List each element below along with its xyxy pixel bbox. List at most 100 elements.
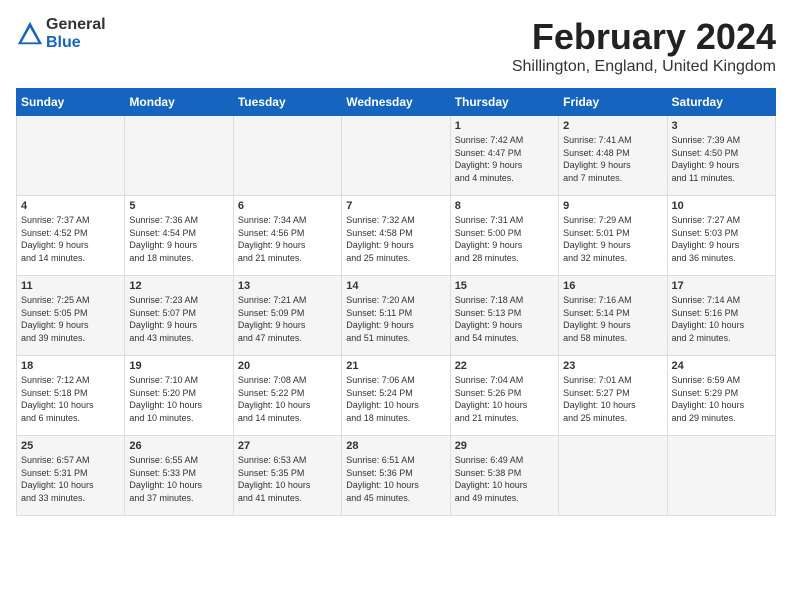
day-number: 5 (129, 200, 228, 212)
day-info: Sunrise: 7:06 AM Sunset: 5:24 PM Dayligh… (346, 374, 445, 424)
day-cell: 7 Sunrise: 7:32 AM Sunset: 4:58 PM Daylig… (342, 196, 450, 276)
day-number: 2 (563, 120, 662, 132)
column-header-sunday: Sunday (17, 89, 125, 116)
day-number: 25 (21, 440, 120, 452)
day-cell: 19Sunrise: 7:10 AM Sunset: 5:20 PM Dayli… (125, 356, 233, 436)
page-title: February 2024 (512, 16, 776, 58)
day-info: Sunrise: 7:34 AM Sunset: 4:56 PM Dayligh… (238, 214, 337, 264)
day-cell: 8 Sunrise: 7:31 AM Sunset: 5:00 PM Daylig… (450, 196, 558, 276)
day-info: Sunrise: 7:32 AM Sunset: 4:58 PM Dayligh… (346, 214, 445, 264)
day-cell: 11 Sunrise: 7:25 AM Sunset: 5:05 PM Dayli… (17, 276, 125, 356)
day-cell: 5 Sunrise: 7:36 AM Sunset: 4:54 PM Daylig… (125, 196, 233, 276)
day-cell (342, 116, 450, 196)
day-number: 12 (129, 280, 228, 292)
day-number: 22 (455, 360, 554, 372)
day-info: Sunrise: 6:49 AM Sunset: 5:38 PM Dayligh… (455, 454, 554, 504)
day-cell: 22 Sunrise: 7:04 AM Sunset: 5:26 PM Dayli… (450, 356, 558, 436)
column-header-thursday: Thursday (450, 89, 558, 116)
day-cell (125, 116, 233, 196)
day-cell: 2Sunrise: 7:41 AM Sunset: 4:48 PM Daylig… (559, 116, 667, 196)
day-cell: 12 Sunrise: 7:23 AM Sunset: 5:07 PM Dayli… (125, 276, 233, 356)
day-cell: 28 Sunrise: 6:51 AM Sunset: 5:36 PM Dayli… (342, 436, 450, 516)
day-number: 26 (129, 440, 228, 452)
day-info: Sunrise: 6:55 AM Sunset: 5:33 PM Dayligh… (129, 454, 228, 504)
logo: General Blue (16, 16, 106, 52)
day-info: Sunrise: 7:39 AM Sunset: 4:50 PM Dayligh… (672, 134, 771, 184)
day-cell: 21 Sunrise: 7:06 AM Sunset: 5:24 PM Dayli… (342, 356, 450, 436)
day-info: Sunrise: 7:31 AM Sunset: 5:00 PM Dayligh… (455, 214, 554, 264)
day-number: 21 (346, 360, 445, 372)
day-info: Sunrise: 7:08 AM Sunset: 5:22 PM Dayligh… (238, 374, 337, 424)
column-header-monday: Monday (125, 89, 233, 116)
header: February 2024 Shillington, England, Unit… (512, 16, 776, 76)
calendar-header: SundayMondayTuesdayWednesdayThursdayFrid… (17, 89, 776, 116)
day-info: Sunrise: 7:14 AM Sunset: 5:16 PM Dayligh… (672, 294, 771, 344)
day-info: Sunrise: 7:18 AM Sunset: 5:13 PM Dayligh… (455, 294, 554, 344)
day-cell: 10Sunrise: 7:27 AM Sunset: 5:03 PM Dayli… (667, 196, 775, 276)
column-header-wednesday: Wednesday (342, 89, 450, 116)
column-header-friday: Friday (559, 89, 667, 116)
day-cell: 29 Sunrise: 6:49 AM Sunset: 5:38 PM Dayli… (450, 436, 558, 516)
day-cell: 26 Sunrise: 6:55 AM Sunset: 5:33 PM Dayli… (125, 436, 233, 516)
day-cell: 23 Sunrise: 7:01 AM Sunset: 5:27 PM Dayli… (559, 356, 667, 436)
logo-icon (16, 20, 44, 48)
day-info: Sunrise: 7:20 AM Sunset: 5:11 PM Dayligh… (346, 294, 445, 344)
day-cell: 6 Sunrise: 7:34 AM Sunset: 4:56 PM Daylig… (233, 196, 341, 276)
day-info: Sunrise: 6:59 AM Sunset: 5:29 PM Dayligh… (672, 374, 771, 424)
day-number: 11 (21, 280, 120, 292)
day-cell: 18 Sunrise: 7:12 AM Sunset: 5:18 PM Dayli… (17, 356, 125, 436)
day-info: Sunrise: 6:53 AM Sunset: 5:35 PM Dayligh… (238, 454, 337, 504)
day-cell (559, 436, 667, 516)
day-info: Sunrise: 7:04 AM Sunset: 5:26 PM Dayligh… (455, 374, 554, 424)
week-row-5: 25Sunrise: 6:57 AM Sunset: 5:31 PM Dayli… (17, 436, 776, 516)
day-cell: 24Sunrise: 6:59 AM Sunset: 5:29 PM Dayli… (667, 356, 775, 436)
day-info: Sunrise: 7:27 AM Sunset: 5:03 PM Dayligh… (672, 214, 771, 264)
day-cell (233, 116, 341, 196)
day-number: 15 (455, 280, 554, 292)
page-subtitle: Shillington, England, United Kingdom (512, 58, 776, 76)
week-row-4: 18 Sunrise: 7:12 AM Sunset: 5:18 PM Dayli… (17, 356, 776, 436)
day-cell: 13 Sunrise: 7:21 AM Sunset: 5:09 PM Dayli… (233, 276, 341, 356)
day-info: Sunrise: 7:23 AM Sunset: 5:07 PM Dayligh… (129, 294, 228, 344)
week-row-2: 4Sunrise: 7:37 AM Sunset: 4:52 PM Daylig… (17, 196, 776, 276)
day-number: 29 (455, 440, 554, 452)
calendar-table: SundayMondayTuesdayWednesdayThursdayFrid… (16, 88, 776, 516)
day-info: Sunrise: 7:21 AM Sunset: 5:09 PM Dayligh… (238, 294, 337, 344)
day-cell: 20Sunrise: 7:08 AM Sunset: 5:22 PM Dayli… (233, 356, 341, 436)
day-number: 18 (21, 360, 120, 372)
day-cell: 4Sunrise: 7:37 AM Sunset: 4:52 PM Daylig… (17, 196, 125, 276)
day-number: 14 (346, 280, 445, 292)
day-info: Sunrise: 7:36 AM Sunset: 4:54 PM Dayligh… (129, 214, 228, 264)
day-info: Sunrise: 7:29 AM Sunset: 5:01 PM Dayligh… (563, 214, 662, 264)
day-info: Sunrise: 7:10 AM Sunset: 5:20 PM Dayligh… (129, 374, 228, 424)
day-info: Sunrise: 6:51 AM Sunset: 5:36 PM Dayligh… (346, 454, 445, 504)
logo-general: General (46, 16, 106, 33)
day-number: 7 (346, 200, 445, 212)
day-info: Sunrise: 7:37 AM Sunset: 4:52 PM Dayligh… (21, 214, 120, 264)
day-cell: 1Sunrise: 7:42 AM Sunset: 4:47 PM Daylig… (450, 116, 558, 196)
day-number: 6 (238, 200, 337, 212)
week-row-3: 11 Sunrise: 7:25 AM Sunset: 5:05 PM Dayli… (17, 276, 776, 356)
day-number: 16 (563, 280, 662, 292)
top-row: General Blue February 2024 Shillington, … (16, 16, 776, 80)
day-cell: 3Sunrise: 7:39 AM Sunset: 4:50 PM Daylig… (667, 116, 775, 196)
day-info: Sunrise: 7:25 AM Sunset: 5:05 PM Dayligh… (21, 294, 120, 344)
calendar-body: 1Sunrise: 7:42 AM Sunset: 4:47 PM Daylig… (17, 116, 776, 516)
day-cell: 16Sunrise: 7:16 AM Sunset: 5:14 PM Dayli… (559, 276, 667, 356)
day-number: 8 (455, 200, 554, 212)
day-info: Sunrise: 7:01 AM Sunset: 5:27 PM Dayligh… (563, 374, 662, 424)
day-number: 17 (672, 280, 771, 292)
day-number: 28 (346, 440, 445, 452)
day-number: 27 (238, 440, 337, 452)
week-row-1: 1Sunrise: 7:42 AM Sunset: 4:47 PM Daylig… (17, 116, 776, 196)
day-number: 23 (563, 360, 662, 372)
day-number: 13 (238, 280, 337, 292)
day-info: Sunrise: 7:12 AM Sunset: 5:18 PM Dayligh… (21, 374, 120, 424)
day-cell (667, 436, 775, 516)
day-cell: 17 Sunrise: 7:14 AM Sunset: 5:16 PM Dayli… (667, 276, 775, 356)
column-header-saturday: Saturday (667, 89, 775, 116)
day-cell: 14 Sunrise: 7:20 AM Sunset: 5:11 PM Dayli… (342, 276, 450, 356)
day-cell: 27 Sunrise: 6:53 AM Sunset: 5:35 PM Dayli… (233, 436, 341, 516)
header-row: SundayMondayTuesdayWednesdayThursdayFrid… (17, 89, 776, 116)
day-number: 9 (563, 200, 662, 212)
